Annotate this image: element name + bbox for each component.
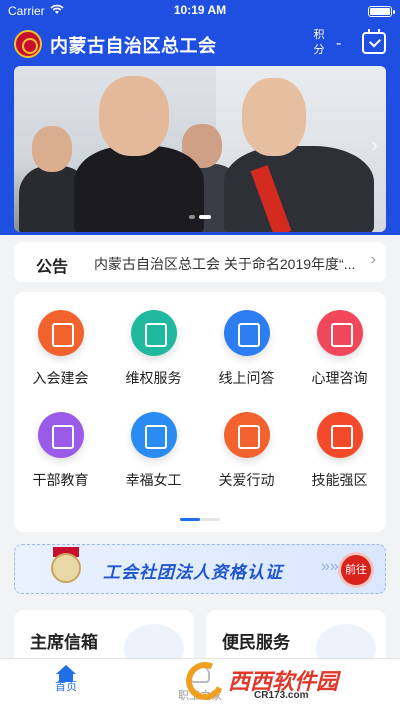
watermark: 西西软件园 CR173.com: [178, 656, 388, 706]
notice-text[interactable]: 内蒙古自治区总工会 关于命名2019年度“...: [94, 254, 364, 274]
card-title: 主席信箱: [30, 633, 98, 652]
points-label[interactable]: 积分: [312, 28, 326, 58]
tab-home[interactable]: 首页: [26, 665, 106, 694]
service-item[interactable]: 心理咨询: [293, 310, 386, 388]
carousel-dot[interactable]: [189, 215, 195, 219]
book-icon: [37, 310, 84, 356]
service-label: 干部教育: [32, 472, 89, 488]
heart-pulse-icon: [316, 310, 363, 356]
calendar-check-icon[interactable]: [362, 29, 386, 54]
heart-home-icon: [223, 412, 270, 458]
service-item[interactable]: 入会建会: [14, 310, 107, 388]
medal-icon: [51, 553, 81, 583]
chevron-right-icon[interactable]: ›: [371, 132, 378, 158]
tools-icon: [316, 412, 363, 458]
gavel-icon: [130, 310, 177, 356]
pencil-ruler-icon: [37, 412, 84, 458]
app-title: 内蒙古自治区总工会: [50, 36, 217, 56]
certification-banner[interactable]: 工会社团法人资格认证 »» 前往: [14, 544, 386, 594]
status-bar: Carrier 10:19 AM: [0, 0, 400, 22]
header-area: Carrier 10:19 AM 内蒙古自治区总工会 积分 - ›: [0, 0, 400, 235]
service-label: 入会建会: [32, 370, 89, 386]
home-icon: [56, 665, 76, 682]
go-button[interactable]: 前往: [341, 555, 371, 585]
carousel-dot-active[interactable]: [199, 215, 211, 219]
service-item[interactable]: 技能强区: [293, 412, 386, 490]
service-item[interactable]: 幸福女工: [107, 412, 200, 490]
watermark-logo-icon: [180, 656, 230, 706]
card-title: 便民服务: [222, 633, 290, 652]
double-chevron-icon: »»: [321, 558, 339, 575]
battery-icon: [368, 6, 395, 17]
service-label: 关爱行动: [218, 472, 275, 488]
carousel-indicator: [14, 206, 386, 224]
service-item[interactable]: 关爱行动: [200, 412, 293, 490]
service-label: 维权服务: [125, 370, 182, 386]
banner-carousel[interactable]: ›: [14, 66, 386, 232]
service-item[interactable]: 线上问答: [200, 310, 293, 388]
service-label: 技能强区: [311, 472, 368, 488]
service-item[interactable]: 干部教育: [14, 412, 107, 490]
grid-page-indicator: [180, 518, 220, 521]
points-value[interactable]: -: [336, 35, 341, 53]
watermark-url: CR173.com: [254, 690, 309, 701]
title-bar: 内蒙古自治区总工会 积分 -: [0, 26, 400, 62]
services-grid: 入会建会 维权服务 线上问答 心理咨询 干部教育 幸福女工 关爱行动 技能强区: [14, 292, 386, 532]
chevron-right-icon[interactable]: ›: [371, 251, 376, 269]
clock: 10:19 AM: [173, 3, 227, 17]
question-icon: [223, 310, 270, 356]
banner-figure: [32, 126, 72, 172]
service-label: 幸福女工: [125, 472, 182, 488]
union-emblem-icon: [14, 30, 42, 58]
notice-tag: 公告: [36, 259, 69, 276]
notice-bar[interactable]: 公告 内蒙古自治区总工会 关于命名2019年度“... ›: [14, 242, 386, 282]
banner-figure: [99, 76, 169, 156]
helmet-icon: [130, 412, 177, 458]
service-label: 线上问答: [218, 370, 275, 386]
service-item[interactable]: 维权服务: [107, 310, 200, 388]
banner-figure: [242, 78, 306, 156]
service-label: 心理咨询: [311, 370, 368, 386]
certification-text: 工会社团法人资格认证: [103, 563, 283, 582]
